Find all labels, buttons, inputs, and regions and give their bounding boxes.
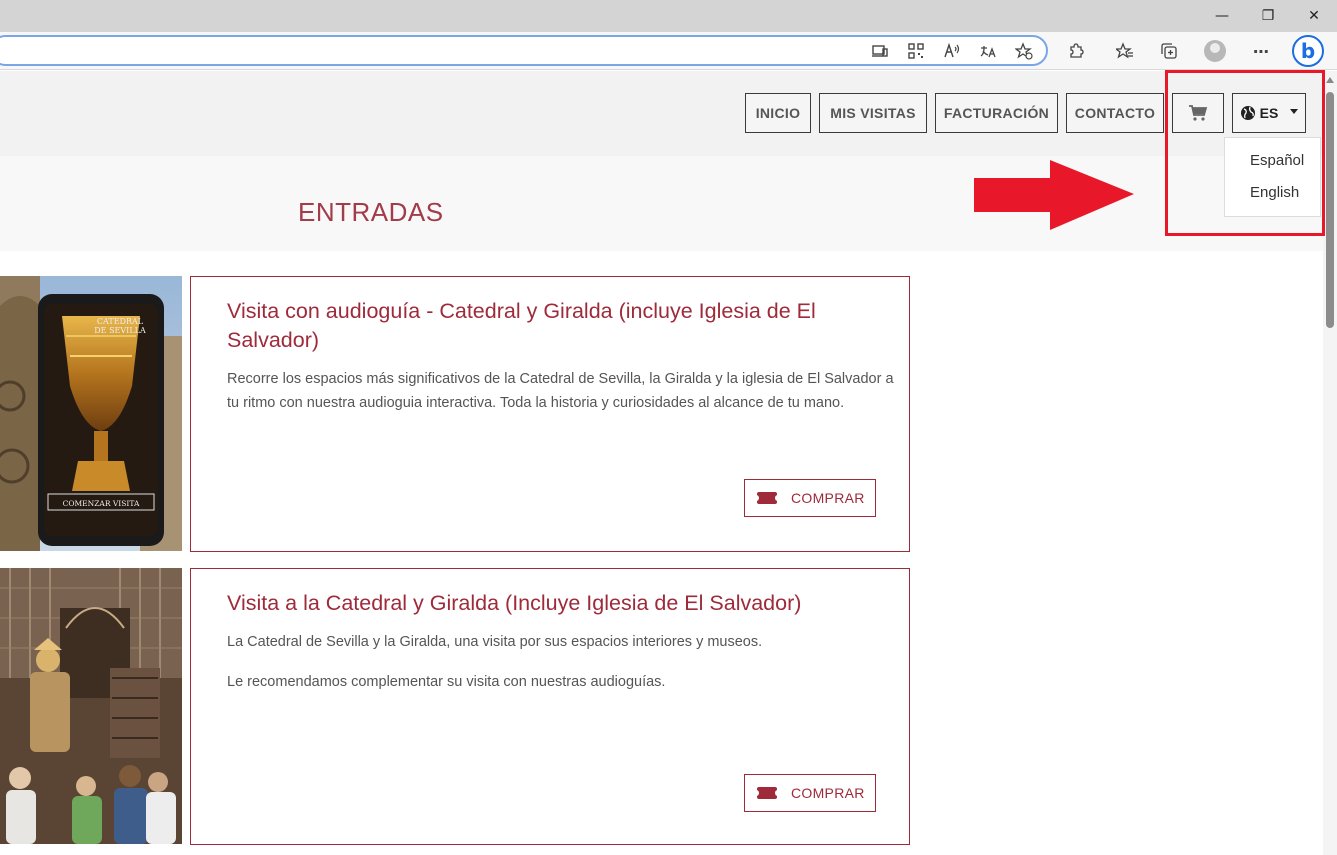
buy-button-label: COMPRAR: [791, 490, 865, 506]
scroll-up-icon[interactable]: [1326, 77, 1334, 83]
extensions-icon[interactable]: [1064, 40, 1088, 62]
card-image-brand-line1: CATEDRAL: [97, 317, 144, 326]
close-icon[interactable]: ✕: [1296, 4, 1332, 28]
card-description: Le recomendamos complementar su visita c…: [227, 674, 666, 690]
restore-icon[interactable]: ❐: [1250, 4, 1286, 28]
minimize-icon[interactable]: —: [1204, 4, 1240, 28]
page-title: ENTRADAS: [298, 197, 444, 227]
card-image-cathedral-visit[interactable]: [0, 568, 182, 844]
read-aloud-icon[interactable]: [940, 40, 964, 62]
nav-facturacion-button[interactable]: FACTURACIÓN: [935, 93, 1058, 133]
more-options-icon[interactable]: ⋯: [1249, 40, 1273, 62]
translate-icon[interactable]: [976, 40, 1000, 62]
nav-inicio-button[interactable]: INICIO: [745, 93, 811, 133]
add-favorite-icon[interactable]: [1012, 40, 1036, 62]
window-titlebar: — ❐ ✕: [0, 0, 1337, 32]
card-title[interactable]: Visita con audioguía - Catedral y Girald…: [227, 297, 897, 355]
card-image-start-visit: COMENZAR VISITA: [63, 499, 140, 508]
screen: — ❐ ✕ ⋯ b INICIO MIS VISITAS FACTURACIÓN…: [0, 0, 1337, 855]
scrollbar-thumb[interactable]: [1326, 92, 1334, 328]
globe-icon: [1240, 106, 1255, 120]
language-dropdown-menu: Español English: [1224, 137, 1321, 217]
language-current: ES: [1259, 105, 1279, 121]
cart-button[interactable]: [1172, 93, 1224, 133]
browser-toolbar: ⋯: [0, 32, 1337, 70]
bing-copilot-icon[interactable]: b: [1292, 35, 1324, 67]
qr-code-icon[interactable]: [904, 40, 928, 62]
buy-button-audioguide[interactable]: COMPRAR: [744, 479, 876, 517]
cart-icon: [1189, 105, 1208, 121]
card-title[interactable]: Visita a la Catedral y Giralda (Incluye …: [227, 589, 897, 618]
card-image-audioguide[interactable]: CATEDRAL DE SEVILLA COMENZAR VISITA: [0, 276, 182, 551]
app-available-icon[interactable]: [868, 40, 892, 62]
site-header: INICIO MIS VISITAS FACTURACIÓN CONTACTO: [0, 71, 1323, 156]
language-option-english[interactable]: English: [1250, 184, 1299, 201]
favorites-icon[interactable]: [1113, 40, 1137, 62]
nav-mis-visitas-button[interactable]: MIS VISITAS: [819, 93, 927, 133]
language-selector-button[interactable]: ES: [1232, 93, 1306, 133]
buy-button-label: COMPRAR: [791, 785, 865, 801]
card-description: Recorre los espacios más significativos …: [227, 371, 894, 411]
collections-icon[interactable]: [1157, 40, 1181, 62]
annotation-arrow-icon: [974, 160, 1134, 230]
buy-button-cathedral-visit[interactable]: COMPRAR: [744, 774, 876, 812]
ticket-card-cathedral-visit: Visita a la Catedral y Giralda (Incluye …: [190, 568, 910, 845]
ticket-icon: [754, 492, 780, 504]
chevron-down-icon: [1290, 108, 1299, 114]
language-option-espanol[interactable]: Español: [1250, 152, 1304, 169]
ticket-icon: [754, 787, 780, 799]
profile-icon[interactable]: [1203, 40, 1227, 62]
nav-contacto-button[interactable]: CONTACTO: [1066, 93, 1164, 133]
ticket-card-audioguide: Visita con audioguía - Catedral y Girald…: [190, 276, 910, 552]
card-image-brand-line2: DE SEVILLA: [94, 326, 146, 335]
card-description: La Catedral de Sevilla y la Giralda, una…: [227, 634, 763, 650]
